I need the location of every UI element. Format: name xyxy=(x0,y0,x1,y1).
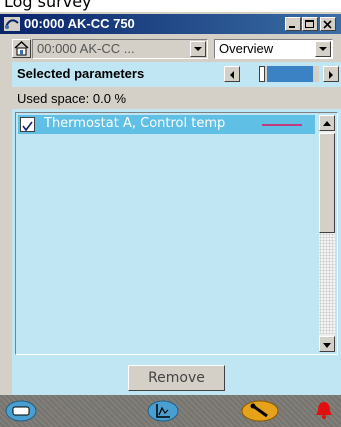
chevron-down-icon[interactable] xyxy=(190,41,206,57)
maximize-icon xyxy=(305,20,314,28)
check-icon xyxy=(22,121,33,132)
vertical-scrollbar[interactable] xyxy=(319,115,335,352)
item-checkbox[interactable] xyxy=(20,117,35,132)
close-icon xyxy=(323,20,332,29)
app-window: 00:000 AK-CC 750 00:000 AK-CC ... Overvi… xyxy=(0,12,341,427)
view-select-value: Overview xyxy=(219,41,274,56)
used-space-bar: Used space: 0.0 % xyxy=(12,89,341,109)
list-item[interactable]: Thermostat A, Control temp xyxy=(18,115,315,134)
device-button[interactable] xyxy=(4,399,38,423)
scroll-left-button[interactable] xyxy=(224,66,240,82)
alarm-bell-icon xyxy=(316,402,332,419)
home-icon xyxy=(14,41,29,56)
arrow-left-icon xyxy=(230,71,234,79)
scroll-right-button[interactable] xyxy=(323,66,339,82)
slider-fill xyxy=(267,66,313,82)
section-title: Selected parameters xyxy=(17,66,145,81)
arrow-up-icon xyxy=(323,121,331,126)
chevron-down-icon[interactable] xyxy=(315,41,331,57)
device-icon xyxy=(5,400,37,422)
window-title: 00:000 AK-CC 750 xyxy=(24,16,135,31)
remove-button[interactable]: Remove xyxy=(128,365,225,391)
parameters-panel: Thermostat A, Control temp xyxy=(12,109,341,359)
arrow-down-icon xyxy=(323,343,331,348)
alarm-button[interactable] xyxy=(312,399,336,423)
parameters-list[interactable]: Thermostat A, Control temp xyxy=(15,112,338,355)
maximize-button[interactable] xyxy=(302,17,318,31)
scroll-thumb[interactable] xyxy=(319,133,335,233)
trend-line-swatch xyxy=(262,124,302,126)
used-space-text: Used space: 0.0 % xyxy=(17,91,127,106)
footer-toolbar xyxy=(0,395,341,427)
title-bar[interactable]: 00:000 AK-CC 750 xyxy=(0,14,341,34)
slider-thumb[interactable] xyxy=(259,66,265,82)
selected-parameters-header: Selected parameters xyxy=(12,62,341,87)
settings-button[interactable] xyxy=(240,399,279,423)
view-select[interactable]: Overview xyxy=(214,39,333,59)
minimize-icon xyxy=(289,26,295,28)
scroll-track[interactable] xyxy=(319,233,335,334)
home-button[interactable] xyxy=(12,39,31,58)
close-button[interactable] xyxy=(320,17,336,31)
arrow-right-icon xyxy=(329,71,333,79)
actions-bar: Remove xyxy=(12,359,341,395)
graph-icon xyxy=(147,400,179,422)
minimize-button[interactable] xyxy=(285,17,301,31)
device-select[interactable]: 00:000 AK-CC ... xyxy=(32,39,208,59)
device-select-value: 00:000 AK-CC ... xyxy=(37,41,135,56)
zoom-slider[interactable] xyxy=(259,66,319,82)
list-item-label: Thermostat A, Control temp xyxy=(44,116,226,131)
graph-button[interactable] xyxy=(146,399,180,423)
wrench-icon xyxy=(241,400,279,422)
scroll-down-button[interactable] xyxy=(319,336,335,352)
scroll-up-button[interactable] xyxy=(319,115,335,131)
toolbar: 00:000 AK-CC ... Overview xyxy=(0,36,341,62)
app-icon xyxy=(4,17,20,31)
page-title: Log survey xyxy=(4,0,92,11)
